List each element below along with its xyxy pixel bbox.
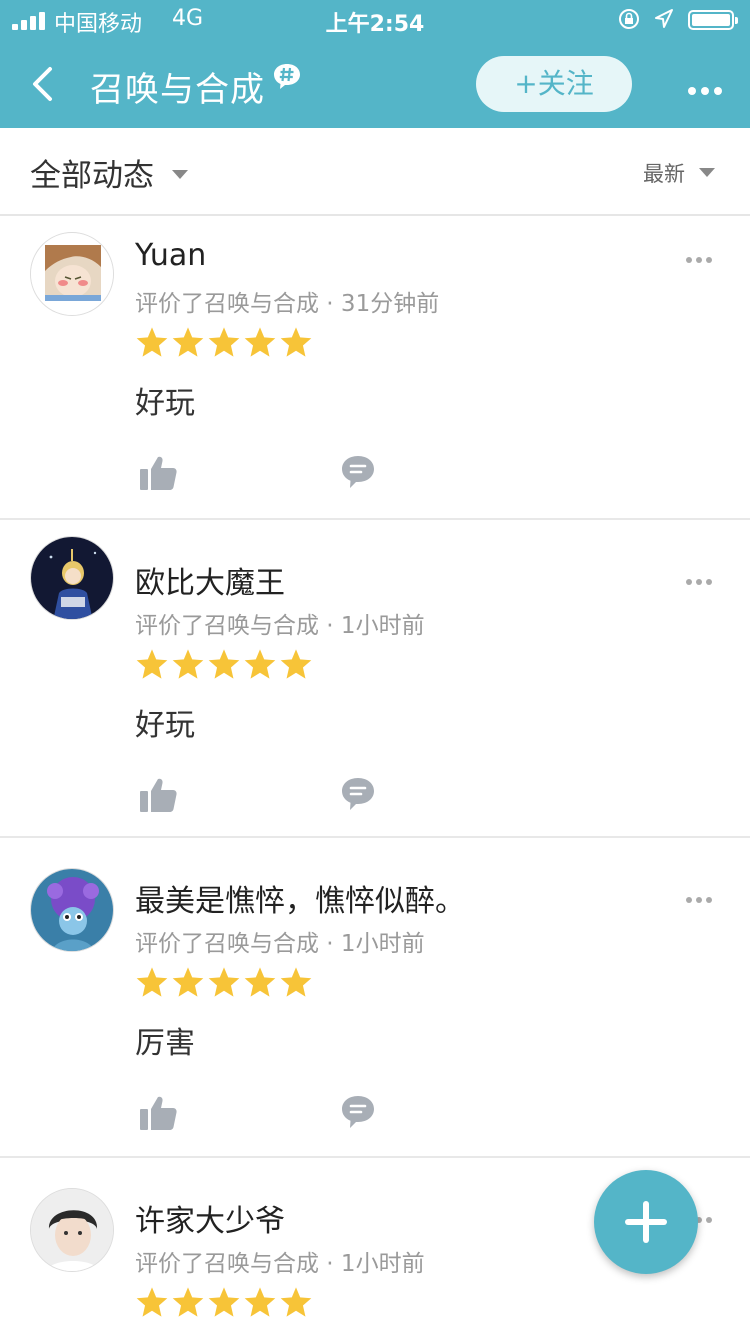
post-more-icon[interactable] <box>686 248 716 267</box>
rating-stars <box>135 1286 315 1320</box>
review-text: 好玩 <box>135 708 195 743</box>
battery-icon <box>688 10 738 30</box>
star-icon <box>136 1287 168 1317</box>
star-icon <box>280 649 312 679</box>
rotation-lock-icon <box>619 9 639 29</box>
star-icon <box>172 967 204 997</box>
avatar[interactable] <box>30 1188 114 1272</box>
thumbs-up-icon[interactable] <box>138 1094 178 1132</box>
review-meta: 评价了召唤与合成 · 1小时前 <box>135 1251 425 1277</box>
star-icon <box>208 967 240 997</box>
post-more-icon[interactable] <box>686 888 716 907</box>
avatar[interactable] <box>30 232 114 316</box>
rating-stars <box>135 326 315 360</box>
review-meta: 评价了召唤与合成 · 1小时前 <box>135 931 425 957</box>
sort-dropdown[interactable]: 最新 <box>643 158 715 188</box>
sort-label: 最新 <box>643 162 685 186</box>
star-icon <box>244 649 276 679</box>
thumbs-up-icon[interactable] <box>138 776 178 814</box>
nav-bar: 召唤与合成 +关注 <box>0 40 750 128</box>
comment-bubble-icon[interactable] <box>340 454 376 490</box>
status-bar: 中国移动 4G 上午2:54 <box>0 0 750 40</box>
page-title: 召唤与合成 <box>90 70 265 110</box>
star-icon <box>208 327 240 357</box>
follow-button[interactable]: +关注 <box>476 56 632 112</box>
post-more-icon[interactable] <box>686 570 716 589</box>
chevron-down-icon <box>699 168 715 177</box>
star-icon <box>172 327 204 357</box>
review-post: Yuan 评价了召唤与合成 · 31分钟前 好玩 <box>0 216 750 520</box>
back-chevron-icon[interactable] <box>30 66 54 102</box>
star-icon <box>208 1287 240 1317</box>
star-icon <box>136 649 168 679</box>
chevron-down-icon <box>172 170 188 179</box>
hashtag-bubble-icon <box>274 64 300 89</box>
username[interactable]: 欧比大魔王 <box>135 558 285 602</box>
review-meta: 评价了召唤与合成 · 1小时前 <box>135 613 425 639</box>
star-icon <box>172 649 204 679</box>
review-meta: 评价了召唤与合成 · 31分钟前 <box>135 291 440 317</box>
review-post: 最美是憔悴，憔悴似醉。 评价了召唤与合成 · 1小时前 厉害 <box>0 838 750 1158</box>
username[interactable]: Yuan <box>135 238 206 273</box>
star-icon <box>244 1287 276 1317</box>
scope-label: 全部动态 <box>30 158 154 194</box>
avatar[interactable] <box>30 536 114 620</box>
top-header: 中国移动 4G 上午2:54 召唤与合成 +关注 <box>0 0 750 128</box>
filter-bar: 全部动态 最新 <box>0 128 750 216</box>
scope-dropdown[interactable]: 全部动态 <box>30 150 188 195</box>
username[interactable]: 许家大少爷 <box>135 1196 285 1240</box>
star-icon <box>136 967 168 997</box>
star-icon <box>280 967 312 997</box>
avatar[interactable] <box>30 868 114 952</box>
star-icon <box>136 327 168 357</box>
star-icon <box>208 649 240 679</box>
star-icon <box>244 327 276 357</box>
add-review-button[interactable] <box>594 1170 698 1274</box>
star-icon <box>280 327 312 357</box>
more-options-icon[interactable] <box>688 80 727 99</box>
review-text: 好玩 <box>135 386 195 421</box>
comment-bubble-icon[interactable] <box>340 1094 376 1130</box>
review-post: 欧比大魔王 评价了召唤与合成 · 1小时前 好玩 <box>0 520 750 838</box>
thumbs-up-icon[interactable] <box>138 454 178 492</box>
rating-stars <box>135 648 315 682</box>
review-text: 厉害 <box>135 1026 195 1061</box>
star-icon <box>244 967 276 997</box>
location-arrow-icon <box>655 9 673 28</box>
star-icon <box>172 1287 204 1317</box>
username[interactable]: 最美是憔悴，憔悴似醉。 <box>135 876 465 920</box>
rating-stars <box>135 966 315 1000</box>
comment-bubble-icon[interactable] <box>340 776 376 812</box>
star-icon <box>280 1287 312 1317</box>
